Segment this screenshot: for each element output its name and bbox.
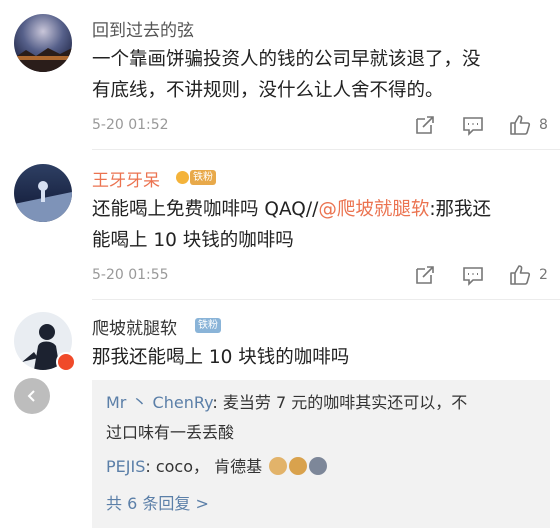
reply-item: PEJIS: coco， 肯德基 (106, 454, 536, 480)
reply-item-continued: 过口味有一丢丢酸 (106, 423, 235, 442)
thumbs-up-icon[interactable] (508, 263, 532, 287)
comment-icon[interactable] (462, 265, 484, 287)
reply-text: : coco， 肯德基 (145, 457, 268, 476)
username[interactable]: 爬坡就腿软 (92, 314, 177, 339)
comment-text: 一个靠画饼骗投资人的钱的公司早就该退了，没 有底线，不讲规则，没什么让人舍不得的… (92, 44, 542, 106)
comment-text-part: 还能喝上免费咖啡吗 QAQ// (92, 199, 319, 220)
reply-item: Mr 丶 ChenRy: 麦当劳 7 元的咖啡其实还可以，不 (106, 390, 536, 416)
reply-username[interactable]: PEJIS (106, 457, 145, 476)
comment-line: 有底线，不讲规则，没什么让人舍不得的。 (92, 80, 444, 101)
like-count: 2 (539, 267, 548, 283)
username[interactable]: 王牙牙呆 (92, 166, 160, 191)
reply-text: : 麦当劳 7 元的咖啡其实还可以，不 (212, 393, 468, 412)
comment-line: 能喝上 10 块钱的咖啡吗 (92, 230, 294, 251)
fan-badge: 铁粉 (195, 318, 221, 333)
share-icon[interactable] (414, 264, 436, 286)
dog-emoji-icon (269, 457, 288, 475)
husky-emoji-icon (309, 457, 328, 475)
comment-text-part: :那我还 (429, 199, 492, 220)
thumbs-up-icon[interactable] (508, 113, 532, 137)
verified-icon (56, 352, 76, 372)
like-count: 8 (539, 117, 548, 133)
timestamp: 5-20 01:55 (92, 267, 169, 283)
comment-line: 还能喝上免费咖啡吗 QAQ//@爬坡就腿软:那我还 (92, 194, 542, 225)
avatar[interactable] (14, 164, 72, 222)
mention-link[interactable]: @爬坡就腿软 (318, 199, 429, 220)
chevron-left-icon[interactable] (14, 378, 50, 414)
share-icon[interactable] (414, 114, 436, 136)
avatar[interactable] (14, 14, 72, 72)
comment-1: 回到过去的弦 一个靠画饼骗投资人的钱的公司早就该退了，没 有底线，不讲规则，没什… (0, 0, 560, 150)
reply-preview[interactable]: Mr 丶 ChenRy: 麦当劳 7 元的咖啡其实还可以，不 过口味有一丢丢酸 … (92, 380, 550, 528)
comment-icon[interactable] (462, 115, 484, 137)
crown-icon (176, 171, 189, 184)
username[interactable]: 回到过去的弦 (92, 16, 194, 41)
comment-2: 王牙牙呆 铁粉 还能喝上免费咖啡吗 QAQ//@爬坡就腿软:那我还 能喝上 10… (0, 150, 560, 300)
reply-username[interactable]: Mr 丶 ChenRy (106, 393, 212, 412)
comment-line: 一个靠画饼骗投资人的钱的公司早就该退了，没 (92, 49, 481, 70)
comment-text: 还能喝上免费咖啡吗 QAQ//@爬坡就腿软:那我还 能喝上 10 块钱的咖啡吗 (92, 194, 542, 256)
more-replies-link[interactable]: 共 6 条回复 > (106, 490, 209, 514)
comment-text: 那我还能喝上 10 块钱的咖啡吗 (92, 347, 350, 368)
fan-badge: 铁粉 (190, 170, 216, 185)
doge-emoji-icon (289, 457, 308, 475)
timestamp: 5-20 01:52 (92, 117, 169, 133)
